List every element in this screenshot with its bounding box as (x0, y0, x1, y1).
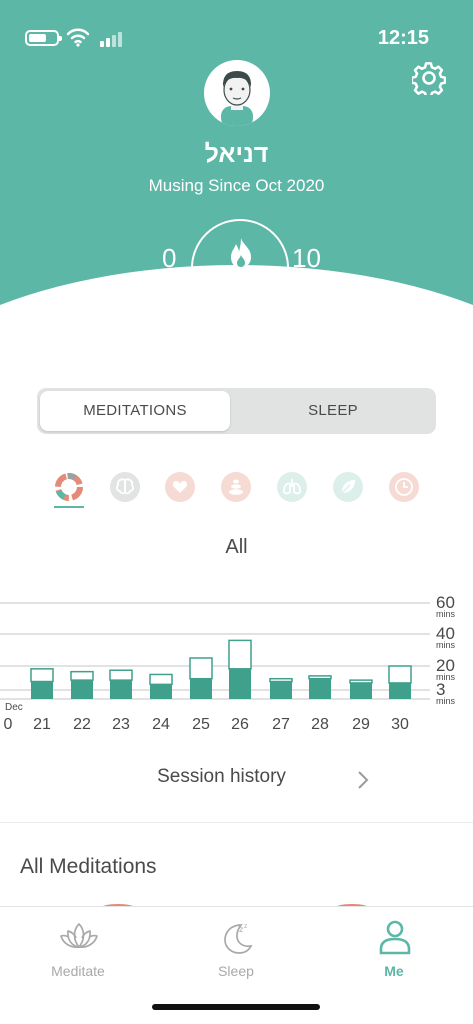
session-history-label: Session history (157, 766, 286, 787)
longest-streak-line (288, 276, 358, 278)
chart-bar-outline (149, 673, 173, 686)
chevron-right-icon (358, 771, 369, 789)
tab-sleep-stats[interactable]: SLEEP (233, 391, 433, 431)
x-tick-label: 25 (192, 716, 210, 733)
x-tick-label: 21 (33, 716, 51, 733)
tab-meditate-label: Meditate (51, 963, 105, 979)
category-clock-icon[interactable] (389, 472, 419, 502)
session-history-row[interactable]: Session history (0, 752, 473, 804)
chart-bar-outline (109, 669, 133, 681)
tab-sleep-label: Sleep (218, 963, 254, 979)
chart-bar-outline (189, 657, 213, 680)
category-leaf-icon[interactable] (333, 472, 363, 502)
month-label: Dec (5, 702, 23, 713)
streak-badge: Streak (191, 219, 289, 317)
person-icon (379, 920, 411, 955)
y-tick-unit: mins (436, 696, 456, 706)
divider (0, 822, 473, 823)
current-streak-line (116, 276, 192, 278)
tab-me[interactable]: Me (334, 907, 454, 987)
category-stones-icon[interactable] (221, 472, 251, 502)
svg-text:z: z (239, 925, 243, 934)
streak-label: Streak (219, 271, 261, 287)
selected-category-indicator (54, 506, 84, 508)
y-tick-unit: mins (436, 640, 456, 650)
member-since-text: Musing Since Oct 2020 (148, 176, 325, 195)
chart-bar-outline (228, 639, 252, 670)
home-indicator (152, 1004, 320, 1010)
x-tick-label: 23 (112, 716, 130, 733)
cellular-signal-icon (100, 31, 124, 47)
wifi-icon (66, 28, 90, 47)
chart-bar-filled (229, 668, 251, 699)
svg-text:z: z (244, 923, 247, 930)
category-lungs-icon[interactable] (277, 472, 307, 502)
x-tick-label: 0 (4, 716, 13, 733)
current-streak-value: 0 (162, 243, 177, 273)
settings-gear-icon[interactable] (412, 61, 446, 95)
x-tick-label: 26 (231, 716, 249, 733)
meditation-minutes-chart: 60mins40mins20mins3mins0 21 22 23 24 25 26 27 28… (0, 593, 456, 733)
chart-bar-outline (269, 677, 293, 683)
profile-name: דניאל (204, 140, 269, 168)
y-tick-unit: mins (436, 609, 456, 619)
chart-bar-filled (110, 680, 132, 699)
moon-icon: z z (224, 923, 253, 954)
status-bar: 12:15 (0, 0, 473, 64)
tab-sleep[interactable]: z z Sleep (176, 907, 296, 987)
profile-header: 12:15 דניאל Musing Since Oct 2020 0 curr… (0, 0, 473, 360)
current-streak-label: current (122, 282, 172, 299)
chart-bar-filled (389, 682, 411, 699)
chart-bar-filled (309, 678, 331, 699)
chart-bar-filled (350, 682, 372, 699)
x-tick-label: 28 (311, 716, 329, 733)
section-title: All Meditations (20, 855, 157, 878)
chart-bar-outline (388, 665, 412, 684)
chart-bar-filled (31, 681, 53, 699)
battery-icon (25, 30, 62, 46)
flame-icon (231, 238, 251, 268)
tab-me-label: Me (384, 963, 404, 979)
category-all-icon[interactable] (54, 472, 84, 502)
x-tick-label: 22 (73, 716, 91, 733)
chart-bar-filled (71, 680, 93, 699)
longest-streak-label: longest (292, 282, 344, 299)
x-tick-label: 30 (391, 716, 409, 733)
chart-bar-outline (349, 679, 373, 684)
avatar-illustration (221, 71, 253, 126)
chart-bar-filled (150, 684, 172, 699)
lotus-icon (60, 923, 98, 948)
chart-bar-outline (70, 670, 94, 681)
x-tick-label: 27 (272, 716, 290, 733)
x-tick-label: 24 (152, 716, 170, 733)
category-title: All (225, 536, 248, 558)
status-time: 12:15 (377, 27, 429, 49)
category-heart-icon[interactable] (165, 472, 195, 502)
tab-meditate[interactable]: Meditate (18, 907, 138, 987)
meditation-sleep-segment: MEDITATIONS SLEEP (37, 388, 436, 434)
longest-streak-value: 10 (292, 243, 321, 273)
avatar[interactable] (204, 60, 270, 126)
chart-bar-filled (270, 681, 292, 699)
chart-bar-outline (308, 675, 332, 680)
x-tick-label: 29 (352, 716, 370, 733)
tab-meditations[interactable]: MEDITATIONS (40, 391, 230, 431)
chart-bar-filled (190, 678, 212, 699)
chart-bar-outline (30, 668, 54, 683)
category-brain-icon[interactable] (110, 472, 140, 502)
